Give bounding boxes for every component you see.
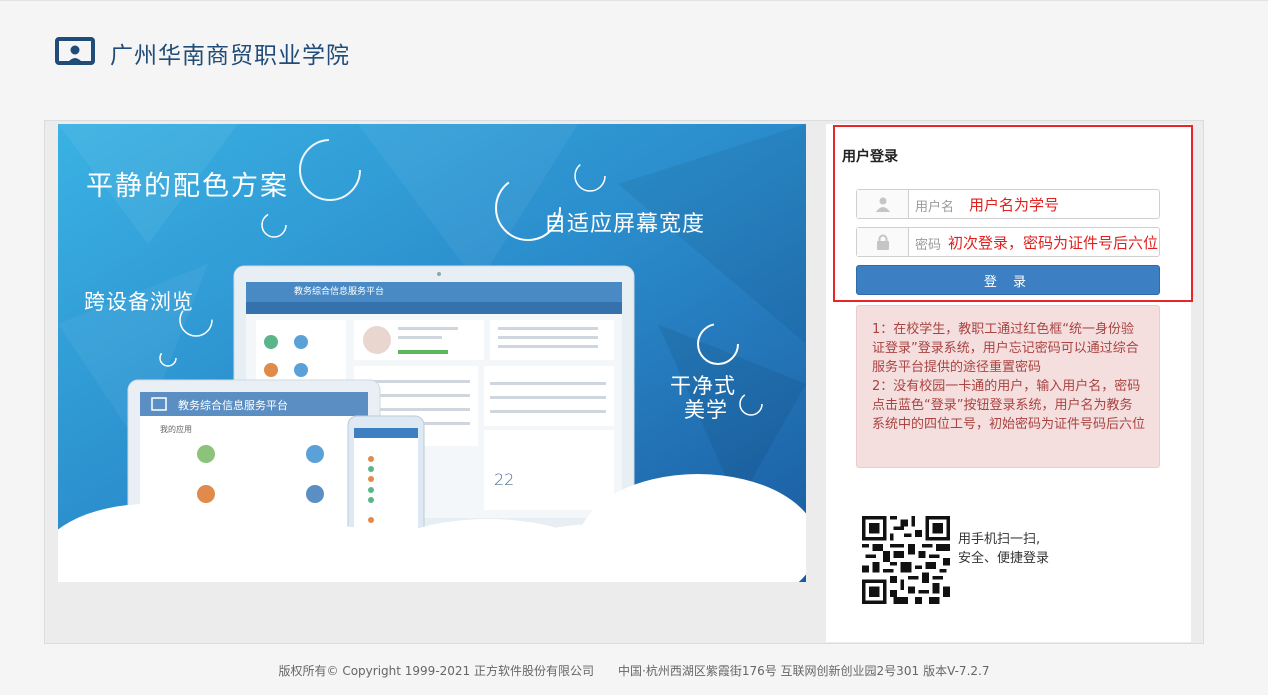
banner-slogan-1: 平静的配色方案: [86, 171, 289, 202]
password-placeholder: 密码: [915, 238, 942, 253]
username-field[interactable]: 用户名 用户名为学号: [856, 189, 1160, 219]
login-notice: 1：在校学生，教职工通过红色框“统一身份验证登录”登录系统，用户忘记密码可以通过…: [856, 305, 1160, 468]
footer: 版权所有© Copyright 1999-2021 正方软件股份有限公司 中国·杭…: [0, 662, 1268, 679]
banner-slogan-2: 自适应屏幕宽度: [544, 212, 706, 237]
tablet-app-title: 教务综合信息服务平台: [178, 399, 288, 412]
username-hint: 用户名为学号: [969, 196, 1060, 214]
lock-icon: [857, 228, 909, 256]
login-title: 用户登录: [842, 149, 898, 165]
qr-caption-line-1: 用手机扫一扫,: [958, 532, 1041, 547]
monitor-app-title: 教务综合信息服务平台: [294, 287, 385, 297]
banner-image: 平静的配色方案 自适应屏幕宽度 跨设备浏览 干净式 美学 教务综合信息服务平台 …: [58, 124, 806, 582]
notice-line-1: 1：在校学生，教职工通过红色框“统一身份验证登录”登录系统，用户忘记密码可以通过…: [872, 322, 1139, 375]
school-name: 广州华南商贸职业学院: [110, 43, 350, 69]
username-placeholder: 用户名: [915, 200, 955, 215]
password-hint: 初次登录，密码为证件号后六位: [948, 234, 1159, 252]
footer-address: 中国·杭州西湖区紫霞街176号 互联网创新创业园2号301: [618, 664, 920, 678]
password-field[interactable]: 密码 初次登录，密码为证件号后六位: [856, 227, 1160, 257]
tablet-section-title: 我的应用: [160, 425, 192, 434]
qr-caption: 用手机扫一扫, 安全、便捷登录: [958, 530, 1049, 568]
notice-line-2: 2：没有校园一卡通的用户，输入用户名，密码点击蓝色“登录”按钮登录系统，用户名为…: [872, 379, 1146, 432]
banner-slogan-3: 跨设备浏览: [84, 290, 194, 314]
footer-copyright: 版权所有© Copyright 1999-2021 正方软件股份有限公司: [278, 664, 595, 678]
user-icon: [857, 190, 909, 218]
banner-slogan-4b: 美学: [684, 398, 728, 422]
qr-code: [862, 516, 950, 604]
monitor-date-number: 22: [494, 470, 515, 489]
qr-caption-line-2: 安全、便捷登录: [958, 551, 1050, 566]
login-button[interactable]: 登 录: [856, 265, 1160, 295]
header: 广州华南商贸职业学院: [0, 0, 1268, 100]
footer-version: 版本V-7.2.7: [923, 664, 990, 678]
monitor-user-icon: [55, 37, 95, 65]
